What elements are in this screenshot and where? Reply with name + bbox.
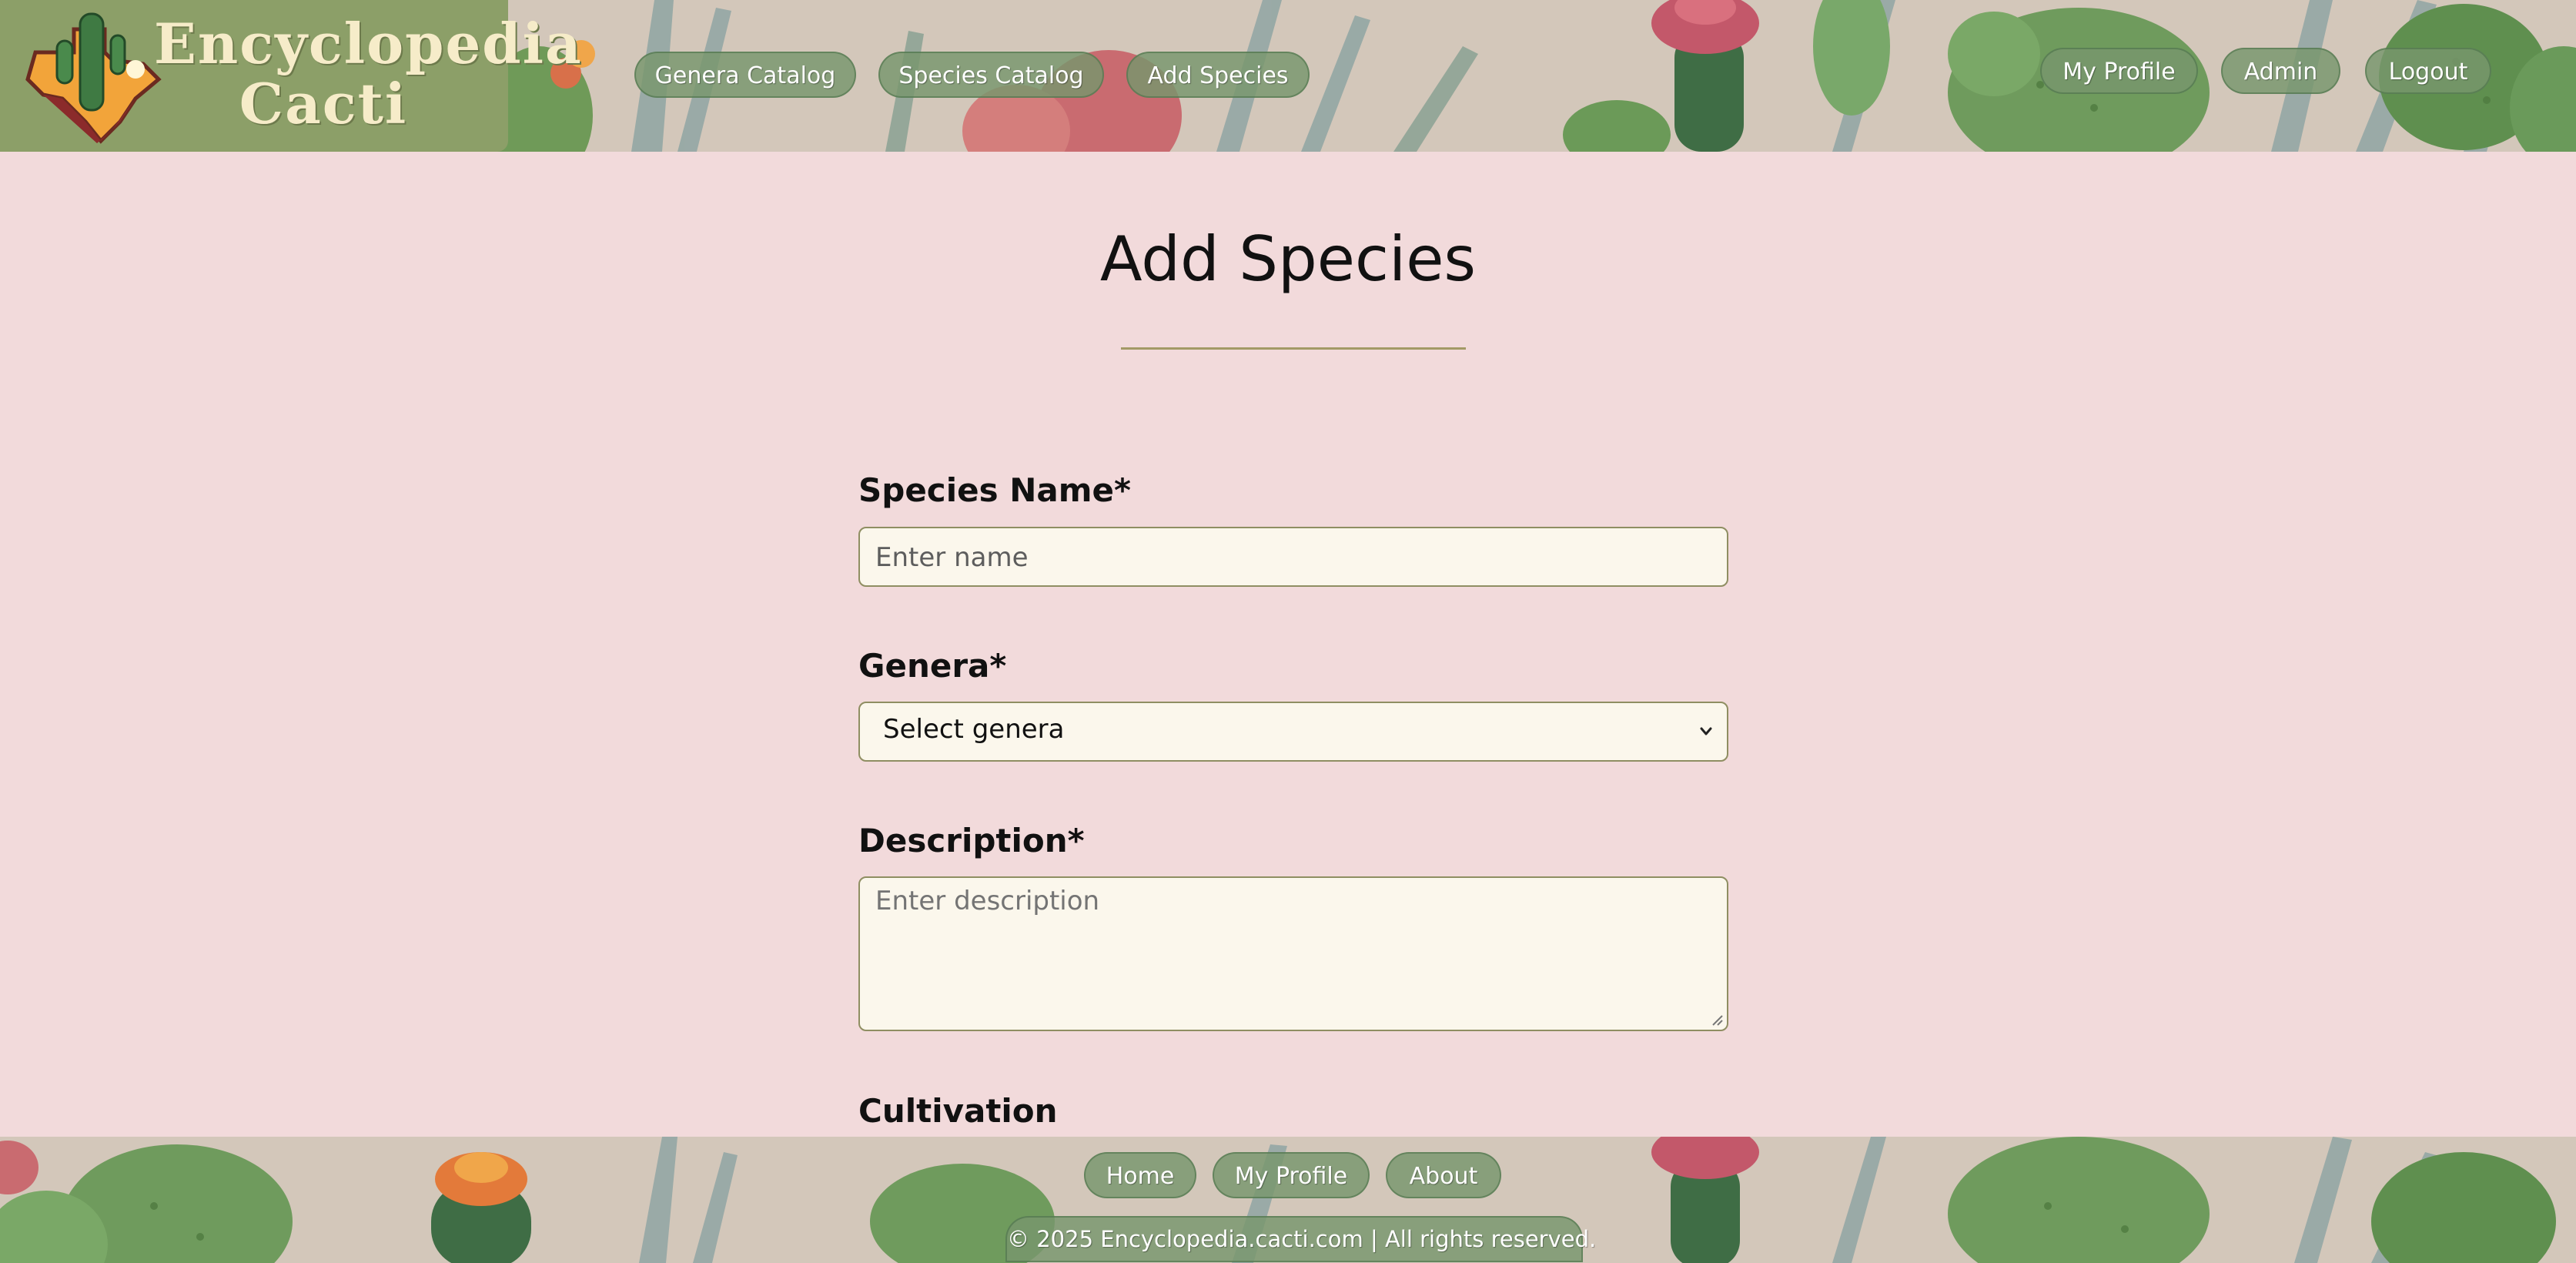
nav-genera-catalog[interactable]: Genera Catalog	[634, 52, 856, 98]
footer-about-link[interactable]: About	[1386, 1152, 1501, 1198]
description-label: Description*	[858, 822, 1085, 859]
chevron-down-icon	[1700, 727, 1712, 735]
footer-home-link[interactable]: Home	[1084, 1152, 1196, 1198]
nav-my-profile[interactable]: My Profile	[2040, 48, 2198, 94]
site-logo[interactable]: Encyclopedia Cacti	[0, 0, 583, 152]
title-divider	[1121, 347, 1466, 350]
texas-cactus-logo-icon	[25, 12, 162, 144]
genera-select[interactable]: Select genera	[858, 702, 1728, 762]
nav-add-species[interactable]: Add Species	[1126, 52, 1310, 98]
site-header: Encyclopedia Cacti Genera Catalog Specie…	[0, 0, 2576, 152]
brand-name: Encyclopedia Cacti	[154, 11, 583, 136]
nav-admin[interactable]: Admin	[2221, 48, 2340, 94]
resize-grip-icon[interactable]	[1710, 1013, 1724, 1027]
genera-selected-value: Select genera	[883, 714, 1065, 745]
nav-logout[interactable]: Logout	[2365, 48, 2491, 94]
copyright-notice: © 2025 Encyclopedia.cacti.com | All righ…	[1005, 1216, 1596, 1262]
species-name-label: Species Name*	[858, 471, 1131, 509]
cultivation-label: Cultivation	[858, 1092, 1058, 1130]
description-placeholder: Enter description	[875, 886, 1100, 916]
site-footer: Home My Profile About © 2025 Encyclopedi…	[0, 1137, 2576, 1263]
nav-species-catalog[interactable]: Species Catalog	[878, 52, 1104, 98]
species-name-placeholder: Enter name	[875, 542, 1029, 573]
footer-my-profile-link[interactable]: My Profile	[1213, 1152, 1370, 1198]
brand-line-1: Encyclopedia	[154, 11, 583, 76]
description-textarea[interactable]: Enter description	[858, 876, 1728, 1031]
genera-label: Genera*	[858, 647, 1007, 685]
page-title: Add Species	[1099, 223, 1477, 295]
brand-line-2: Cacti	[239, 71, 408, 136]
species-name-input[interactable]: Enter name	[858, 527, 1728, 587]
